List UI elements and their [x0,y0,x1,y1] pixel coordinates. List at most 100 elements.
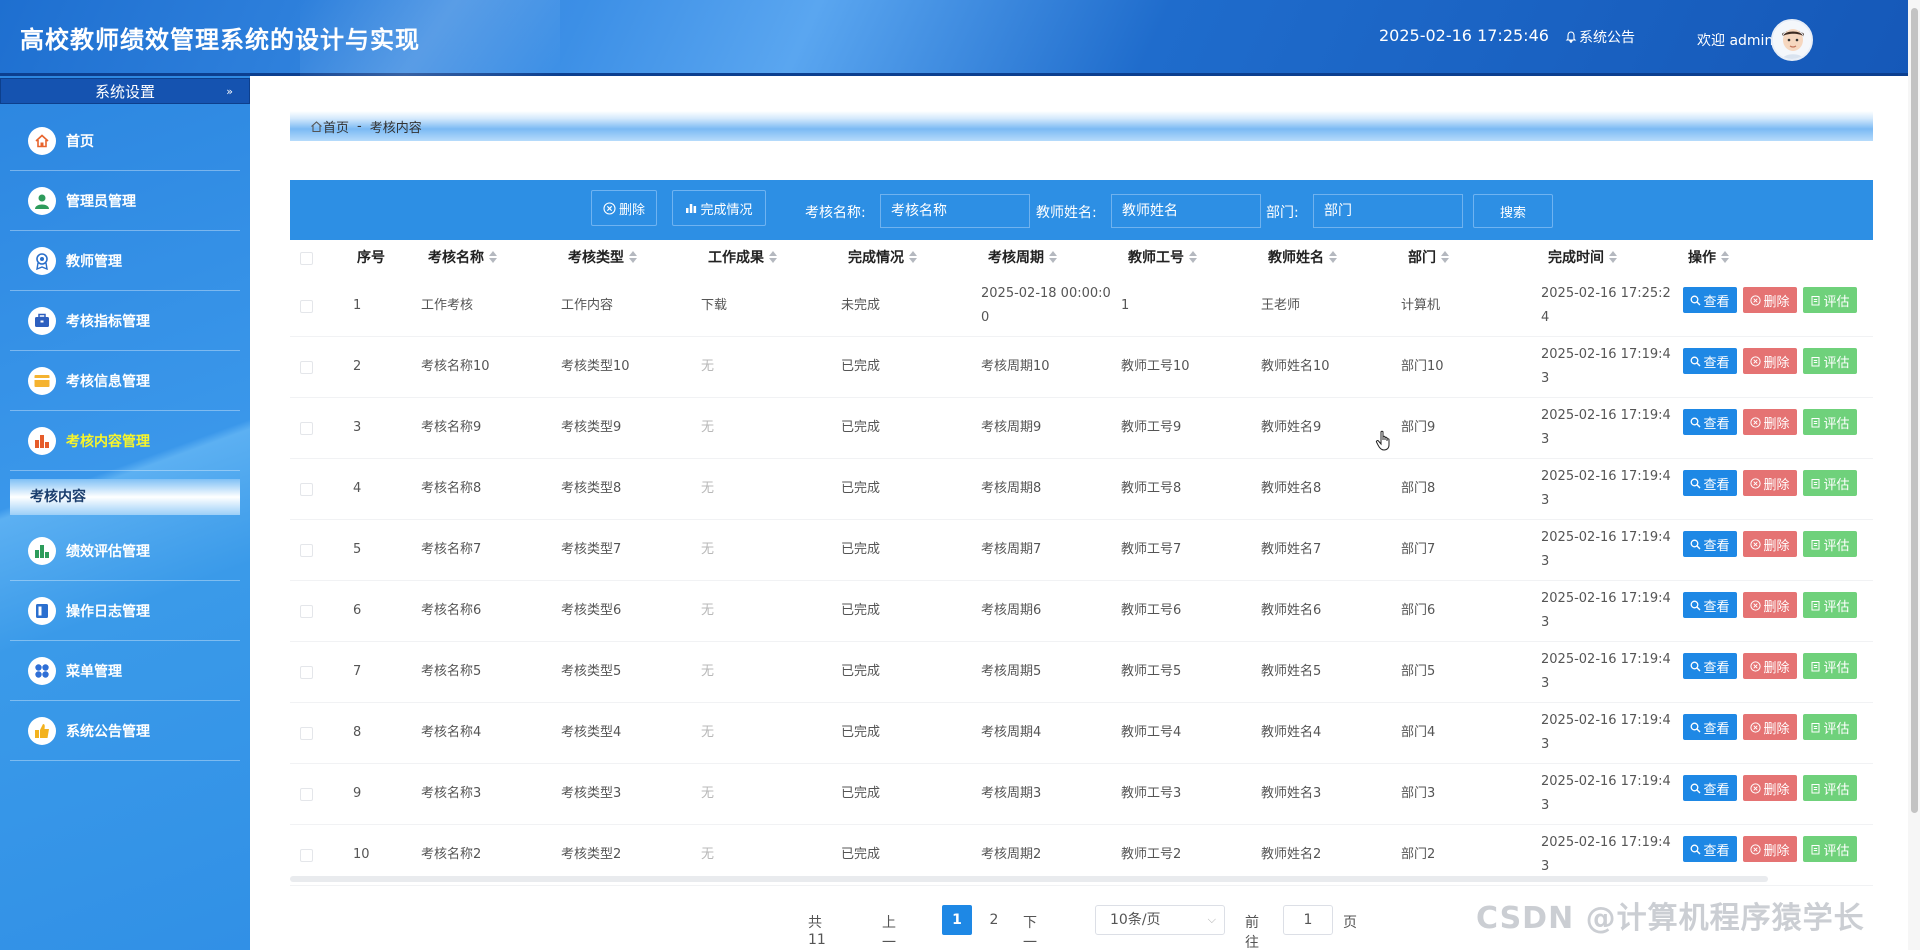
delete-button[interactable]: 删除 [1743,287,1797,313]
evaluate-button[interactable]: 评估 [1803,470,1857,496]
evaluate-button[interactable]: 评估 [1803,653,1857,679]
system-notice-link[interactable]: 系统公告 [1565,27,1635,47]
view-button[interactable]: 查看 [1683,836,1737,862]
view-button[interactable]: 查看 [1683,531,1737,557]
sidebar-item-log[interactable]: 操作日志管理 [10,581,240,641]
vertical-scrollbar[interactable] [1908,0,1920,950]
cell-no: 9 [353,786,362,801]
column-header-teacher-name[interactable]: 教师姓名 [1268,240,1337,276]
delete-button[interactable]: 删除 [1743,470,1797,496]
cell-result[interactable]: 下载 [701,294,831,318]
user-avatar[interactable] [1771,19,1813,61]
sidebar-header[interactable]: 系统设置 » [0,78,250,104]
evaluate-button[interactable]: 评估 [1803,836,1857,862]
pagination-page-2[interactable]: 2 [979,905,1009,935]
column-header-actions[interactable]: 操作 [1688,240,1729,276]
view-button-label: 查看 [1703,355,1730,371]
column-header-dept[interactable]: 部门 [1408,240,1449,276]
sidebar-item-indicator[interactable]: 考核指标管理 [10,291,240,351]
view-button[interactable]: 查看 [1683,409,1737,435]
row-checkbox[interactable] [300,483,313,496]
table-row[interactable]: 1 工作考核 工作内容 下载 未完成 2025-02-18 00:00:00 1 王老师 计算机… [290,276,1873,337]
evaluate-button[interactable]: 评估 [1803,592,1857,618]
table-row[interactable]: 3 考核名称9 考核类型9 无 已完成 考核周期9 教师工号9 教师姓名9 部门9 2025-02… [290,398,1873,459]
sidebar-item-assessment-info[interactable]: 考核信息管理 [10,351,240,411]
column-header-teacher-id[interactable]: 教师工号 [1128,240,1197,276]
submenu-item-assessment-content[interactable]: 考核内容 [10,479,240,515]
department-input[interactable]: 部门 [1313,194,1463,228]
pagination-prev[interactable]: 上一页 [882,912,896,950]
search-button[interactable]: 搜索 [1473,194,1553,228]
row-checkbox[interactable] [300,605,313,618]
cell-dept: 计算机 [1401,298,1441,313]
column-header-type[interactable]: 考核类型 [568,240,637,276]
row-checkbox[interactable] [300,788,313,801]
sidebar-item-admin[interactable]: 管理员管理 [10,171,240,231]
row-checkbox[interactable] [300,300,313,313]
view-button[interactable]: 查看 [1683,775,1737,801]
table-row[interactable]: 6 考核名称6 考核类型6 无 已完成 考核周期6 教师工号6 教师姓名6 部门6 2025-02… [290,581,1873,642]
row-checkbox[interactable] [300,361,313,374]
cell-time: 2025-02-16 17:19:43 [1541,713,1671,752]
sidebar-item-menu[interactable]: 菜单管理 [10,641,240,701]
delete-button[interactable]: 删除 [1743,775,1797,801]
evaluate-button[interactable]: 评估 [1803,348,1857,374]
teacher-icon [28,246,56,275]
view-button[interactable]: 查看 [1683,592,1737,618]
select-all-checkbox[interactable] [300,252,313,265]
delete-button[interactable]: 删除 [1743,348,1797,374]
view-button-label: 查看 [1703,294,1730,310]
table-row[interactable]: 5 考核名称7 考核类型7 无 已完成 考核周期7 教师工号7 教师姓名7 部门7 2025-02… [290,520,1873,581]
table-row[interactable]: 4 考核名称8 考核类型8 无 已完成 考核周期8 教师工号8 教师姓名8 部门8 2025-02… [290,459,1873,520]
view-button[interactable]: 查看 [1683,714,1737,740]
assessment-name-input[interactable]: 考核名称 [880,194,1030,228]
row-checkbox[interactable] [300,727,313,740]
delete-button[interactable]: 删除 [1743,531,1797,557]
column-header-result[interactable]: 工作成果 [708,240,777,276]
column-header-time[interactable]: 完成时间 [1548,240,1617,276]
scrollbar-thumb[interactable] [1911,8,1918,813]
pagination-next[interactable]: 下一页 [1023,912,1037,950]
row-checkbox[interactable] [300,422,313,435]
cell-status: 已完成 [841,359,881,374]
view-button[interactable]: 查看 [1683,348,1737,374]
view-button[interactable]: 查看 [1683,287,1737,313]
evaluate-button[interactable]: 评估 [1803,531,1857,557]
row-checkbox[interactable] [300,666,313,679]
evaluate-button[interactable]: 评估 [1803,409,1857,435]
table-row[interactable]: 9 考核名称3 考核类型3 无 已完成 考核周期3 教师工号3 教师姓名3 部门3 2025-02… [290,764,1873,825]
column-header-status[interactable]: 完成情况 [848,240,917,276]
row-checkbox[interactable] [300,849,313,862]
delete-button[interactable]: 删除 [1743,714,1797,740]
row-checkbox[interactable] [300,544,313,557]
sidebar-item-assessment-content[interactable]: 考核内容管理 [10,411,240,471]
batch-delete-button[interactable]: 删除 [591,190,657,226]
cell-status: 已完成 [841,481,881,496]
column-header-name[interactable]: 考核名称 [428,240,497,276]
evaluate-button[interactable]: 评估 [1803,287,1857,313]
table-row[interactable]: 8 考核名称4 考核类型4 无 已完成 考核周期4 教师工号4 教师姓名4 部门4 2025-02… [290,703,1873,764]
delete-button[interactable]: 删除 [1743,653,1797,679]
cell-time: 2025-02-16 17:19:43 [1541,469,1671,508]
evaluate-button[interactable]: 评估 [1803,714,1857,740]
sidebar-item-notice[interactable]: 系统公告管理 [10,701,240,761]
pagination-page-1[interactable]: 1 [942,905,972,935]
sidebar-item-home[interactable]: 首页 [10,111,240,171]
sidebar-item-performance[interactable]: 绩效评估管理 [10,521,240,581]
sidebar-item-teacher[interactable]: 教师管理 [10,231,240,291]
page-size-select[interactable]: 10条/页 ⌵ [1095,905,1225,935]
table-row[interactable]: 2 考核名称10 考核类型10 无 已完成 考核周期10 教师工号10 教师姓名10 部门10 2… [290,337,1873,398]
delete-button[interactable]: 删除 [1743,592,1797,618]
breadcrumb-home-link[interactable]: 首页 [323,117,349,136]
view-button[interactable]: 查看 [1683,470,1737,496]
evaluate-button[interactable]: 评估 [1803,775,1857,801]
teacher-name-input[interactable]: 教师姓名 [1111,194,1261,228]
completion-stats-button[interactable]: 完成情况 [672,190,766,226]
delete-button[interactable]: 删除 [1743,836,1797,862]
pagination-goto-input[interactable]: 1 [1283,905,1333,935]
column-header-period[interactable]: 考核周期 [988,240,1057,276]
delete-button[interactable]: 删除 [1743,409,1797,435]
horizontal-scrollbar[interactable] [290,876,1768,882]
table-row[interactable]: 7 考核名称5 考核类型5 无 已完成 考核周期5 教师工号5 教师姓名5 部门5 2025-02… [290,642,1873,703]
view-button[interactable]: 查看 [1683,653,1737,679]
